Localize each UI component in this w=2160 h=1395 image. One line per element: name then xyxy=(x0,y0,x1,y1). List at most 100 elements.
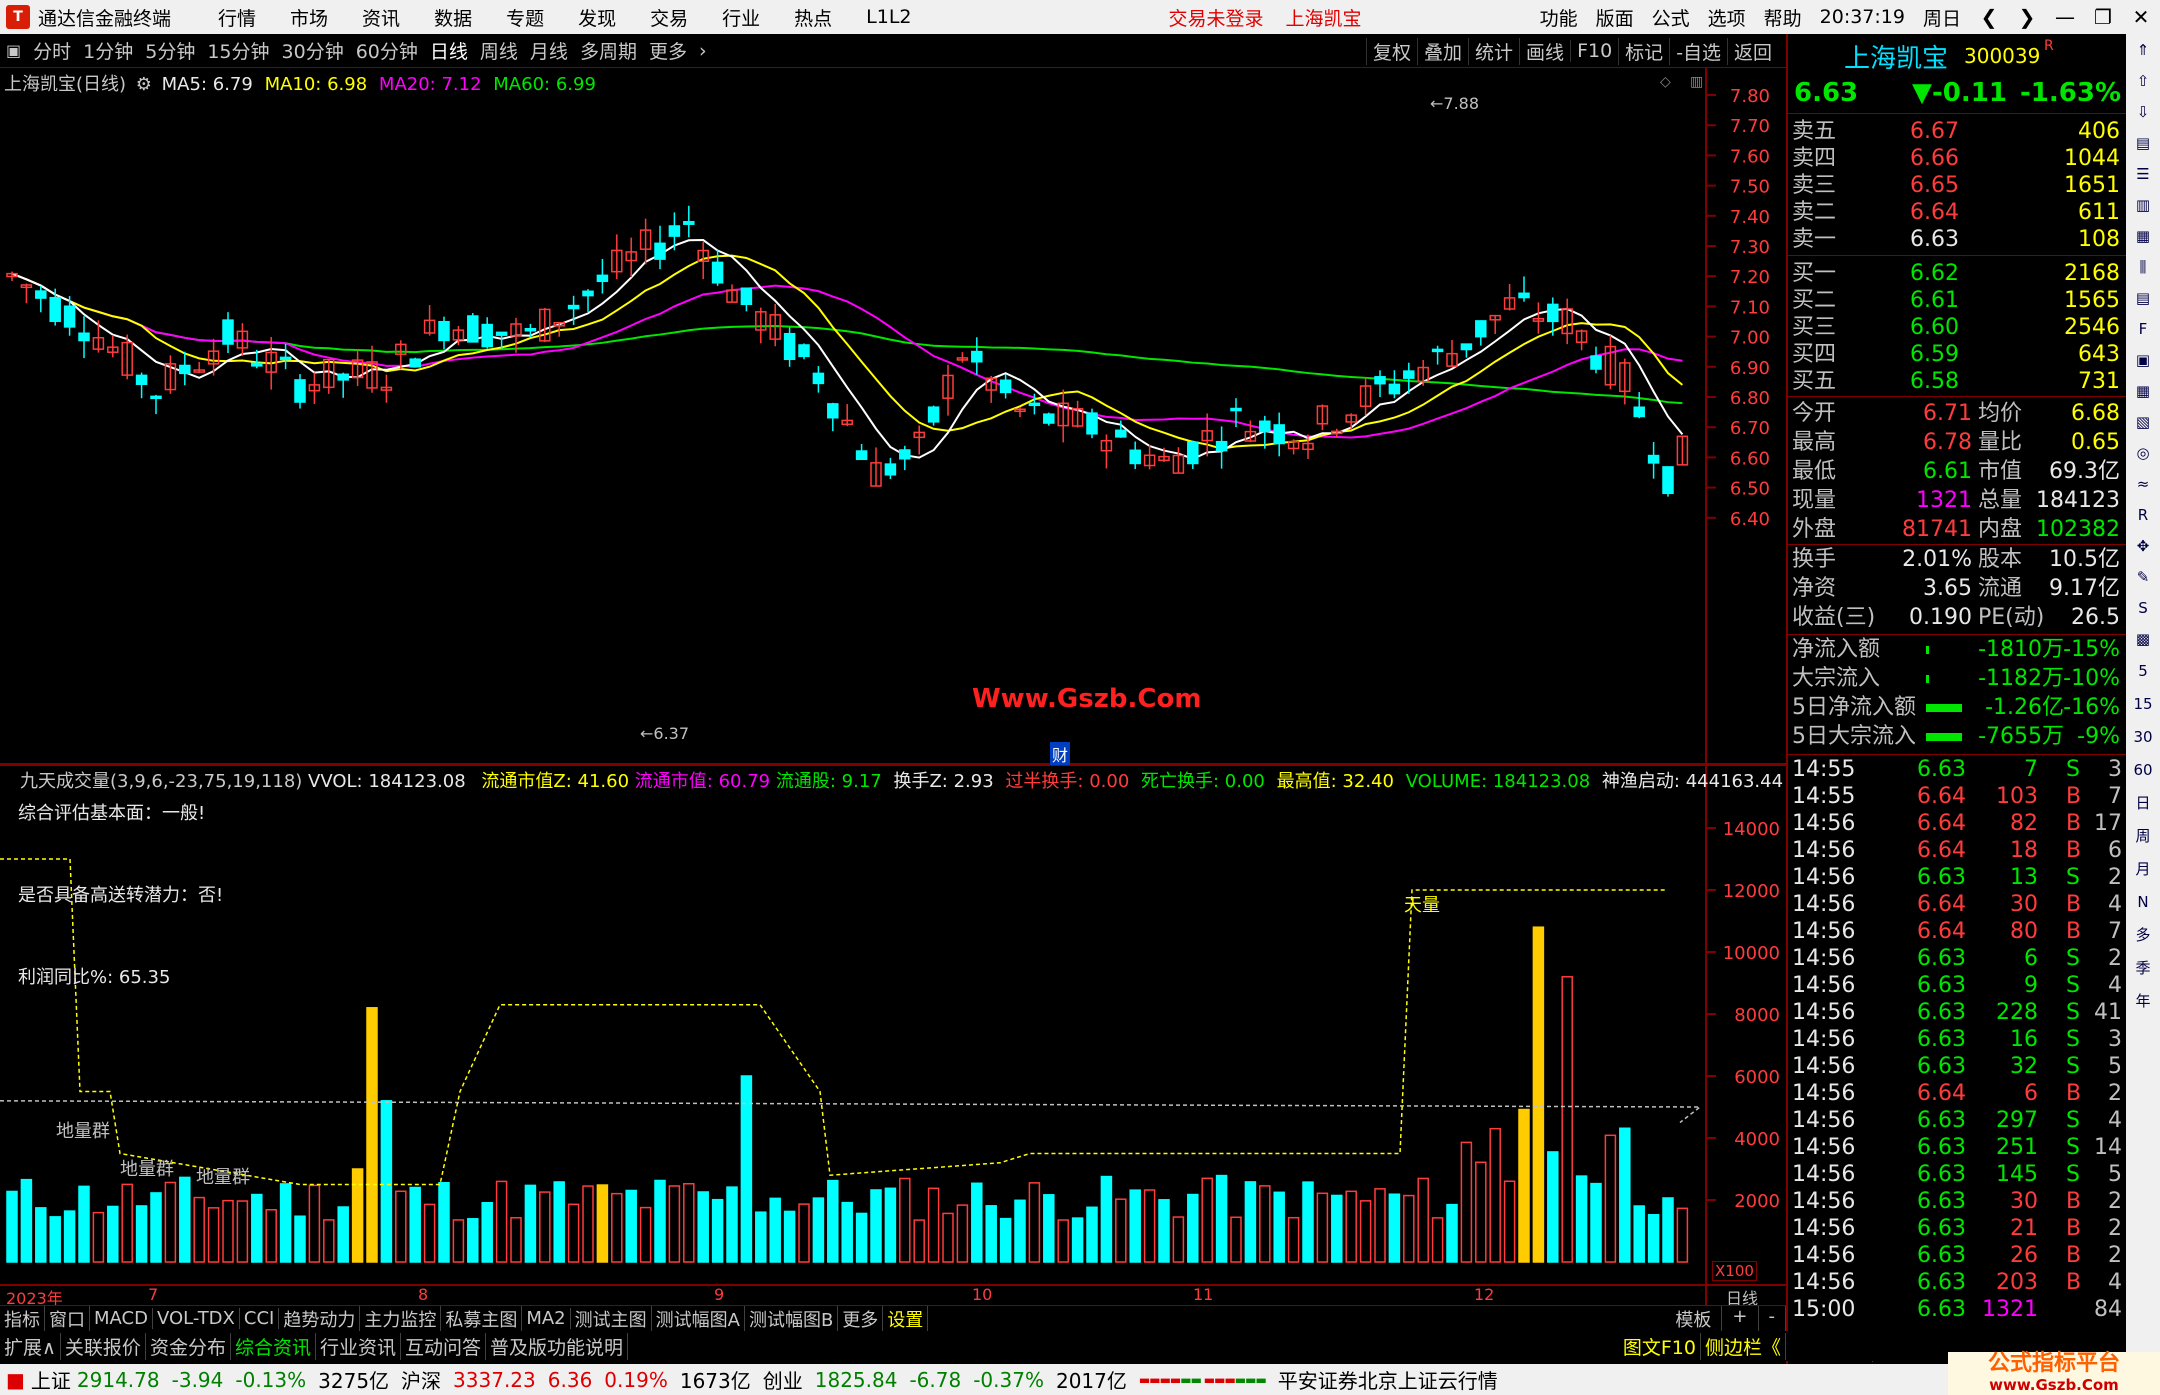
indicator-right-0[interactable]: 模板 xyxy=(1665,1305,1723,1332)
volume-chart[interactable]: 14000 12000 10000 8000 6000 4000 2000 九天成交量(3,… xyxy=(0,764,1825,1305)
period-more[interactable]: 更多 xyxy=(643,37,693,64)
calc-icon[interactable]: ▩ xyxy=(2126,623,2160,654)
sidebar-period-1[interactable]: 15 xyxy=(2126,687,2160,720)
doc-icon[interactable]: ▣ xyxy=(2126,344,2160,375)
indicator-tab-7[interactable]: 私募主图 xyxy=(441,1305,523,1332)
indicator-tab-11[interactable]: 测试幅图B xyxy=(745,1305,839,1332)
indicator-tab-5[interactable]: 趋势动力 xyxy=(279,1305,361,1332)
menu-hot[interactable]: 热点 xyxy=(777,4,849,31)
indicator-tab-3[interactable]: VOL-TDX xyxy=(153,1308,240,1329)
layout-icon[interactable]: ▧ xyxy=(2126,406,2160,437)
candle-icon[interactable]: ⫼ xyxy=(2126,251,2160,282)
back-icon[interactable]: ❮ xyxy=(1970,5,2008,29)
f10-icon[interactable]: F xyxy=(2126,313,2160,344)
indicator-tab-1[interactable]: 窗口 xyxy=(45,1305,90,1332)
expand-tab-0[interactable]: 扩展∧ xyxy=(0,1332,61,1360)
up-icon[interactable]: ⇧ xyxy=(2126,65,2160,96)
finance-marker[interactable]: 财 xyxy=(1050,742,1071,766)
indicator-tab-9[interactable]: 测试主图 xyxy=(571,1305,652,1332)
indicator-tab-4[interactable]: CCI xyxy=(240,1308,280,1329)
menu-topic[interactable]: 专题 xyxy=(489,4,561,31)
period-5min[interactable]: 5分钟 xyxy=(139,37,201,64)
chart-menu-icon[interactable]: ▥ xyxy=(1690,74,1703,90)
forward-icon[interactable]: ❯ xyxy=(2008,5,2046,29)
sidebar-period-5[interactable]: 周 xyxy=(2126,819,2160,852)
chart-icon[interactable]: ▤ xyxy=(2126,127,2160,158)
list-icon[interactable]: ☰ xyxy=(2126,158,2160,189)
close-icon[interactable]: ✕ xyxy=(2122,5,2160,29)
period-monthly[interactable]: 月线 xyxy=(524,37,574,64)
sidebar-period-4[interactable]: 日 xyxy=(2126,786,2160,819)
menu-formula[interactable]: 公式 xyxy=(1643,4,1699,31)
down-icon[interactable]: ⇩ xyxy=(2126,96,2160,127)
collapse-icon[interactable]: ⇑ xyxy=(2126,34,2160,65)
menu-data[interactable]: 数据 xyxy=(417,4,489,31)
rsi-text[interactable]: R xyxy=(2126,499,2160,530)
btn-stats[interactable]: 统计 xyxy=(1468,37,1519,65)
circle-icon[interactable]: ◎ xyxy=(2126,437,2160,468)
restore-icon[interactable]: ❐ xyxy=(2084,5,2122,29)
btn-mark[interactable]: 标记 xyxy=(1618,37,1669,65)
expand-tab-3[interactable]: 综合资讯 xyxy=(231,1332,316,1360)
menu-help[interactable]: 帮助 xyxy=(1755,4,1811,31)
indicator-tab-0[interactable]: 指标 xyxy=(0,1305,45,1332)
btn-f10[interactable]: F10 xyxy=(1570,40,1618,62)
period-60min[interactable]: 60分钟 xyxy=(350,37,424,64)
indicator-tab-12[interactable]: 更多 xyxy=(838,1305,884,1332)
expand-tab-2[interactable]: 资金分布 xyxy=(146,1332,231,1360)
expand-tab-5[interactable]: 互动问答 xyxy=(401,1332,486,1360)
indicator-tab-2[interactable]: MACD xyxy=(90,1308,153,1329)
period-15min[interactable]: 15分钟 xyxy=(201,37,275,64)
indicator-tab-13[interactable]: 设置 xyxy=(883,1305,929,1332)
btn-watchlist[interactable]: -自选 xyxy=(1669,37,1727,65)
menu-market[interactable]: 市场 xyxy=(273,4,345,31)
sidebar-period-3[interactable]: 60 xyxy=(2126,753,2160,786)
pen-icon[interactable]: ✎ xyxy=(2126,561,2160,592)
period-multi[interactable]: 多周期 xyxy=(574,37,643,64)
expand-tab-4[interactable]: 行业资讯 xyxy=(316,1332,401,1360)
sh-name[interactable]: 上证 xyxy=(31,1365,71,1394)
period-fenshi[interactable]: 分时 xyxy=(27,37,77,64)
fs-icon[interactable]: S xyxy=(2126,592,2160,623)
expand-right-1[interactable]: 侧边栏《 xyxy=(1701,1332,1786,1360)
sidebar-period-8[interactable]: 多 xyxy=(2126,918,2160,951)
sidebar-period-2[interactable]: 30 xyxy=(2126,720,2160,753)
chart-diamond-icon[interactable]: ◇ xyxy=(1660,74,1671,90)
menu-options[interactable]: 选项 xyxy=(1699,4,1755,31)
settings-icon[interactable]: ⚙ xyxy=(136,74,152,95)
indicator-tab-10[interactable]: 测试幅图A xyxy=(652,1305,745,1332)
toolbar-toggle-icon[interactable]: ▣ xyxy=(0,41,27,60)
indicator-right-1[interactable]: + xyxy=(1722,1305,1759,1332)
chevron-right-icon[interactable]: › xyxy=(693,40,713,62)
sidebar-period-0[interactable]: 5 xyxy=(2126,654,2160,687)
btn-overlay[interactable]: 叠加 xyxy=(1417,37,1468,65)
expand-right-0[interactable]: 图文F10 xyxy=(1619,1332,1701,1360)
indicator-right-2[interactable]: - xyxy=(1759,1305,1786,1332)
candlestick-svg[interactable]: 7.80 7.70 7.60 7.50 7.40 7.30 7.20 7.10 7.00 6.90… xyxy=(0,68,1786,765)
period-1min[interactable]: 1分钟 xyxy=(77,37,139,64)
sidebar-period-10[interactable]: 年 xyxy=(2126,984,2160,1017)
expand-tab-6[interactable]: 普及版功能说明 xyxy=(486,1332,629,1360)
minimize-icon[interactable]: — xyxy=(2046,5,2084,29)
menu-industry[interactable]: 行业 xyxy=(705,4,777,31)
period-daily[interactable]: 日线 xyxy=(424,37,474,64)
candlestick-chart[interactable]: 7.80 7.70 7.60 7.50 7.40 7.30 7.20 7.10 7.00 6.90… xyxy=(0,68,1786,766)
table-icon[interactable]: ▤ xyxy=(2126,282,2160,313)
volume-svg[interactable]: 14000 12000 10000 8000 6000 4000 2000 xyxy=(0,764,1786,1305)
period-30min[interactable]: 30分钟 xyxy=(276,37,350,64)
sidebar-period-9[interactable]: 季 xyxy=(2126,951,2160,984)
menu-l1l2[interactable]: L1L2 xyxy=(849,6,928,28)
sidebar-period-7[interactable]: N xyxy=(2126,885,2160,918)
menu-layout[interactable]: 版面 xyxy=(1587,4,1643,31)
sidebar-period-6[interactable]: 月 xyxy=(2126,852,2160,885)
trade-status[interactable]: 交易未登录 xyxy=(1169,4,1264,31)
menu-news[interactable]: 资讯 xyxy=(345,4,417,31)
k-icon[interactable]: ▥ xyxy=(2126,189,2160,220)
menu-trade[interactable]: 交易 xyxy=(633,4,705,31)
bar-icon[interactable]: ▦ xyxy=(2126,220,2160,251)
menu-discover[interactable]: 发现 xyxy=(561,4,633,31)
period-weekly[interactable]: 周线 xyxy=(474,37,524,64)
cy-name[interactable]: 创业 xyxy=(757,1365,809,1394)
btn-draw[interactable]: 画线 xyxy=(1519,37,1570,65)
btn-fuquan[interactable]: 复权 xyxy=(1366,37,1417,65)
